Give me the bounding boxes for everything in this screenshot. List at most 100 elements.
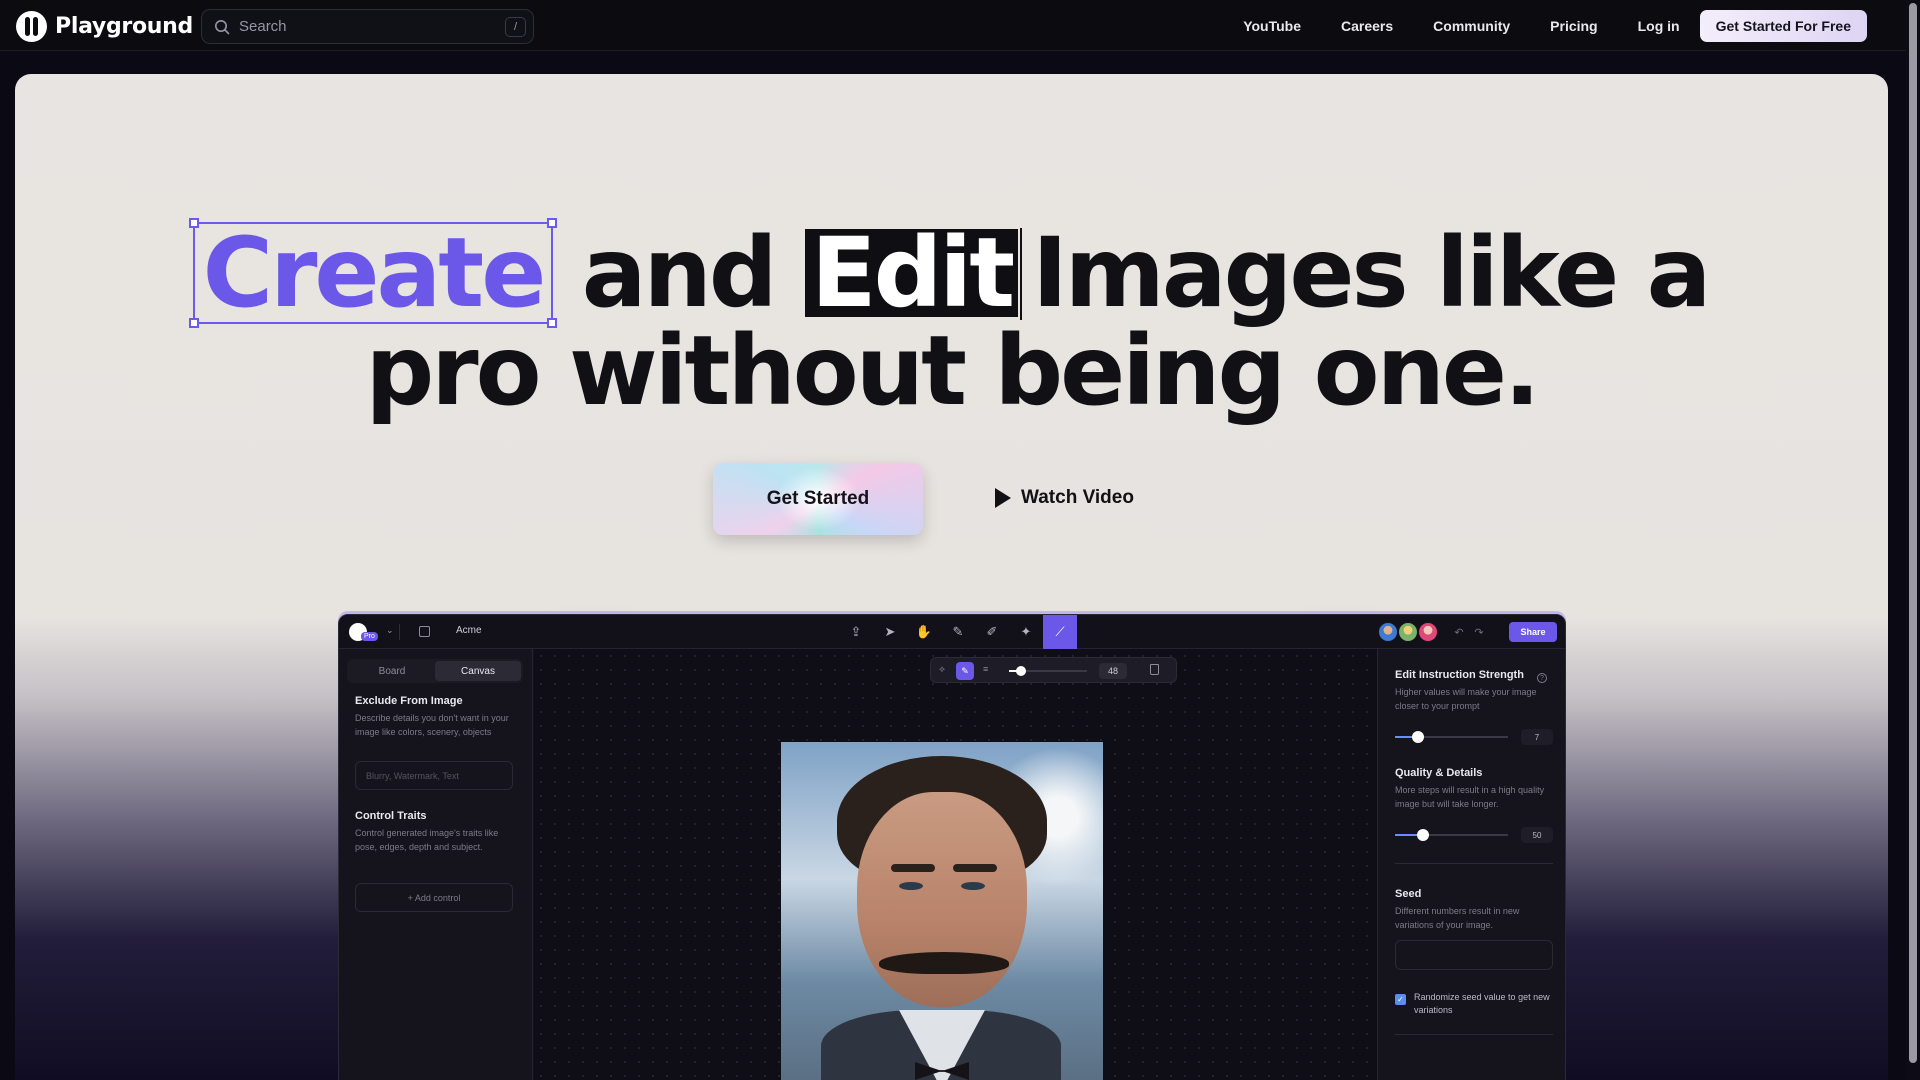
brush-size-value[interactable]: 48 xyxy=(1099,663,1127,679)
seed-input[interactable] xyxy=(1395,940,1553,970)
workspace-name[interactable]: Acme xyxy=(456,625,482,636)
help-icon[interactable]: ? xyxy=(1537,673,1547,683)
nav-link-login[interactable]: Log in xyxy=(1638,18,1680,34)
portrait-image[interactable] xyxy=(781,742,1103,1080)
eye xyxy=(961,882,985,890)
top-navigation: Playground / YouTube Careers Community P… xyxy=(0,0,1906,51)
strength-value[interactable]: 7 xyxy=(1521,729,1553,745)
headline-line-1: Create and Edit Images like a xyxy=(15,218,1888,328)
text-cursor xyxy=(1020,228,1023,320)
magic-wand-icon[interactable]: ⟡ xyxy=(939,664,945,675)
scrollbar-thumb[interactable] xyxy=(1909,3,1917,1063)
nav-link-community[interactable]: Community xyxy=(1433,18,1510,34)
get-started-button[interactable]: Get Started xyxy=(713,463,923,535)
headline-line-1-rest: Images like a xyxy=(1032,217,1711,329)
tab-canvas[interactable]: Canvas xyxy=(435,661,521,681)
collaborator-avatars xyxy=(1377,621,1439,643)
get-started-free-button[interactable]: Get Started For Free xyxy=(1699,9,1867,42)
edit-image-icon[interactable]: ✎ xyxy=(941,615,975,649)
chevron-down-icon[interactable]: ⌄ xyxy=(386,625,394,636)
add-control-button[interactable]: + Add control xyxy=(355,883,513,912)
pro-badge: Pro xyxy=(361,632,378,641)
strength-slider[interactable] xyxy=(1395,731,1508,743)
canvas-area[interactable]: ⟡ ✎ ≡ 48 xyxy=(534,649,1377,1080)
right-panel: Edit Instruction Strength ? Higher value… xyxy=(1377,649,1565,1080)
left-panel: Board Canvas Exclude From Image Describe… xyxy=(339,649,533,1080)
undo-redo: ↶ ↷ xyxy=(1451,622,1487,642)
quality-title: Quality & Details xyxy=(1395,767,1483,779)
trash-icon[interactable] xyxy=(1150,664,1159,675)
play-icon xyxy=(995,488,1011,508)
eyebrow xyxy=(953,864,997,872)
search-box[interactable]: / xyxy=(201,9,534,44)
app-toolbar: Pro ⌄ Acme ⇪ ➤ ✋ ✎ ✐ ✦ ⟋ ↶ ↷ Share xyxy=(339,615,1565,649)
brand-logo[interactable]: Playground xyxy=(16,11,193,42)
headline-line-2: pro without being one. xyxy=(365,315,1541,427)
control-traits-title: Control Traits xyxy=(355,810,427,822)
brush-size-slider[interactable] xyxy=(1009,666,1087,676)
eye xyxy=(899,882,923,890)
brush-mode-icon[interactable]: ✎ xyxy=(956,662,974,680)
app-preview: Pro ⌄ Acme ⇪ ➤ ✋ ✎ ✐ ✦ ⟋ ↶ ↷ Share Board… xyxy=(338,614,1566,1080)
playground-logo-icon xyxy=(16,11,47,42)
selection-handle xyxy=(547,318,558,328)
avatar[interactable] xyxy=(1417,621,1439,643)
brush-icon[interactable]: ⟋ xyxy=(1043,615,1077,649)
search-icon xyxy=(215,19,230,34)
select-arrow-icon[interactable]: ➤ xyxy=(873,615,907,649)
quality-value[interactable]: 50 xyxy=(1521,827,1553,843)
face xyxy=(857,792,1027,1007)
strength-title: Edit Instruction Strength xyxy=(1395,669,1524,681)
search-input[interactable] xyxy=(239,18,489,35)
nav-links: YouTube Careers Community Pricing Log in… xyxy=(1203,0,1867,51)
watch-video-label: Watch Video xyxy=(1021,487,1134,508)
watch-video-button[interactable]: Watch Video xyxy=(995,475,1134,521)
tab-board[interactable]: Board xyxy=(349,661,435,681)
brand-name: Playground xyxy=(55,14,193,39)
quality-description: More steps will result in a high quality… xyxy=(1395,785,1545,809)
tool-row: ⇪ ➤ ✋ ✎ ✐ ✦ ⟋ xyxy=(839,615,1077,649)
selection-handle xyxy=(188,218,199,228)
hero-section: Create and Edit Images like a pro without… xyxy=(15,74,1888,1080)
quality-slider[interactable] xyxy=(1395,829,1508,841)
page-scrollbar[interactable] xyxy=(1906,0,1920,1080)
brush-toolbar: ⟡ ✎ ≡ 48 xyxy=(930,657,1177,683)
stroke-width-icon: ≡ xyxy=(983,664,989,674)
eyebrow xyxy=(891,864,935,872)
strength-thumb[interactable] xyxy=(1412,731,1424,743)
exclude-input[interactable] xyxy=(355,761,513,790)
undo-icon[interactable]: ↶ xyxy=(1451,622,1467,642)
sidebar-toggle-icon[interactable] xyxy=(419,626,430,637)
avatar[interactable] xyxy=(1377,621,1399,643)
hand-icon[interactable]: ✋ xyxy=(907,615,941,649)
nav-link-youtube[interactable]: YouTube xyxy=(1243,18,1301,34)
avatar[interactable] xyxy=(1397,621,1419,643)
fill-icon[interactable]: ✦ xyxy=(1009,615,1043,649)
brush-size-thumb[interactable] xyxy=(1016,666,1026,676)
selection-handle xyxy=(188,318,199,328)
pen-icon[interactable]: ✐ xyxy=(975,615,1009,649)
divider xyxy=(1395,1034,1553,1035)
headline-and-word: and xyxy=(581,217,778,329)
nav-link-pricing[interactable]: Pricing xyxy=(1550,18,1597,34)
nav-link-careers[interactable]: Careers xyxy=(1341,18,1393,34)
randomize-checkbox[interactable]: ✓ xyxy=(1395,994,1406,1005)
selection-handle xyxy=(547,218,558,228)
search-shortcut-key: / xyxy=(505,17,526,37)
randomize-label: Randomize seed value to get new variatio… xyxy=(1414,992,1550,1015)
hero-headline: Create and Edit Images like a pro without… xyxy=(15,218,1888,427)
exclude-title: Exclude From Image xyxy=(355,695,463,707)
redo-icon[interactable]: ↷ xyxy=(1471,622,1487,642)
export-icon[interactable]: ⇪ xyxy=(839,615,873,649)
divider xyxy=(1395,863,1553,864)
seed-description: Different numbers result in new variatio… xyxy=(1395,906,1520,930)
strength-description: Higher values will make your image close… xyxy=(1395,687,1537,711)
headline-edit-word: Edit xyxy=(804,225,1019,321)
control-traits-description: Control generated image's traits like po… xyxy=(355,828,499,852)
mustache xyxy=(879,952,1009,974)
toolbar-divider xyxy=(399,624,400,640)
quality-thumb[interactable] xyxy=(1417,829,1429,841)
view-toggle: Board Canvas xyxy=(347,659,523,683)
exclude-description: Describe details you don't want in your … xyxy=(355,713,509,737)
share-button[interactable]: Share xyxy=(1509,622,1557,642)
